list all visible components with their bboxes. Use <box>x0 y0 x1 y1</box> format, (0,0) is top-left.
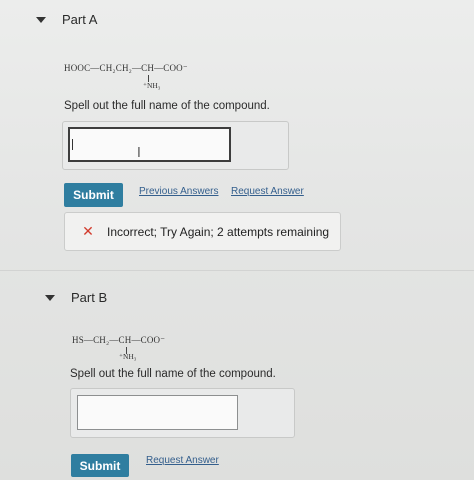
part-b-request-answer-link[interactable]: Request Answer <box>146 455 219 466</box>
part-a-formula-main: HOOC—CH₂CH₂—CH—COO⁻ <box>64 63 188 73</box>
part-b-formula: HS—CH₂—CH—COO⁻ ⁺NH₃ <box>72 335 166 361</box>
incorrect-x-icon: ✕ <box>82 223 94 240</box>
part-a-request-answer-link[interactable]: Request Answer <box>231 186 304 197</box>
part-b-formula-main: HS—CH₂—CH—COO⁻ <box>72 335 166 345</box>
collapse-caret-icon[interactable] <box>36 16 46 23</box>
feedback-text: Incorrect; Try Again; 2 attempts remaini… <box>107 224 330 239</box>
part-b-header[interactable]: Part B <box>45 290 107 305</box>
part-a-answer-input[interactable] <box>68 127 231 162</box>
part-b-title: Part B <box>71 290 108 305</box>
part-a-title: Part A <box>62 12 98 27</box>
text-cursor-icon: I <box>137 146 141 161</box>
part-a-formula: HOOC—CH₂CH₂—CH—COO⁻ ⁺NH₃ <box>64 63 188 90</box>
part-b-submit-button[interactable]: Submit <box>71 454 129 477</box>
part-b-answer-input[interactable] <box>77 395 238 430</box>
text-caret <box>72 139 73 150</box>
part-a-formula-amine: ⁺NH₃ <box>143 81 161 90</box>
part-b-formula-amine: ⁺NH₃ <box>119 352 137 361</box>
part-a-submit-button[interactable]: Submit <box>64 183 123 207</box>
previous-answers-link[interactable]: Previous Answers <box>139 186 218 197</box>
part-b-prompt: Spell out the full name of the compound. <box>70 368 276 380</box>
part-a-prompt: Spell out the full name of the compound. <box>64 100 270 112</box>
part-a-header[interactable]: Part A <box>36 12 97 27</box>
collapse-caret-icon[interactable] <box>45 294 55 301</box>
section-divider <box>0 270 474 271</box>
incorrect-feedback-box: ✕ Incorrect; Try Again; 2 attempts remai… <box>64 212 341 251</box>
